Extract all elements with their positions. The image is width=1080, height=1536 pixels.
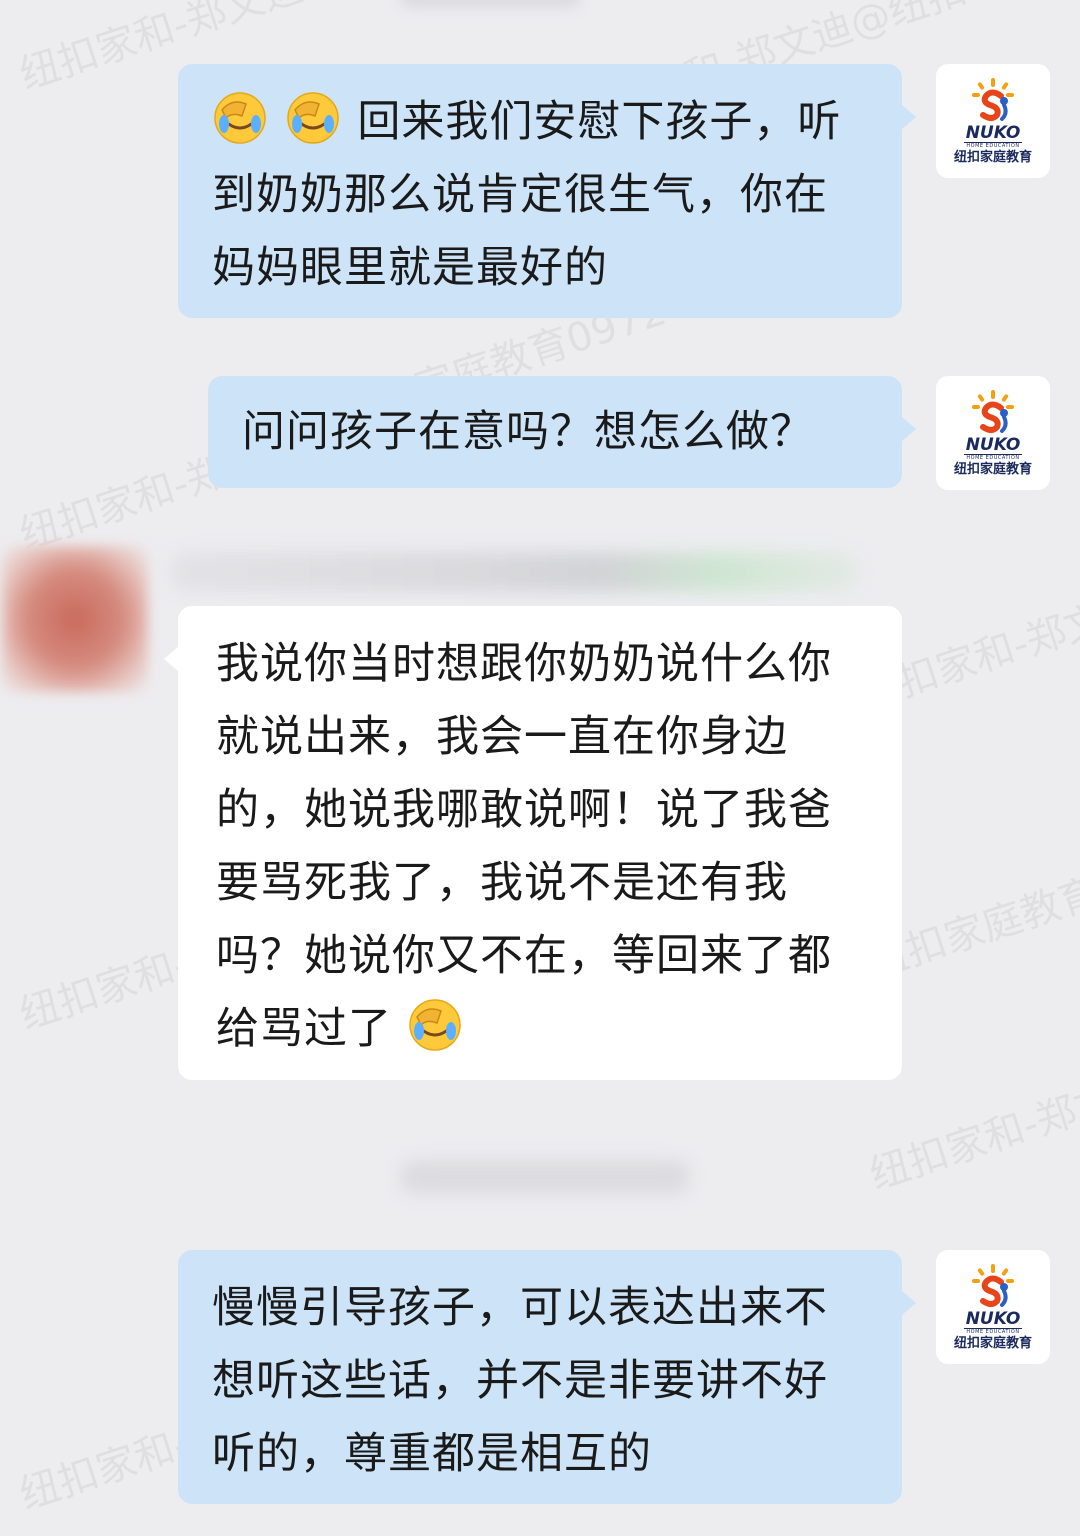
logo-subtitle: HOME EDUCATION xyxy=(966,1328,1020,1335)
facepalm-crying-emoji xyxy=(392,999,465,1054)
user-avatar-logo[interactable]: NUKO HOME EDUCATION 纽扣家庭教育 xyxy=(936,1250,1050,1364)
message-text: 慢慢引导孩子，可以表达出来不想听这些话，并不是非要讲不好听的，尊重都是相互的 xyxy=(212,1283,828,1479)
logo-chinese-name: 纽扣家庭教育 xyxy=(953,461,1032,477)
message-bubble-incoming[interactable]: 我说你当时想跟你奶奶说什么你就说出来，我会一直在你身边的，她说我哪敢说啊！说了我… xyxy=(164,606,902,1080)
logo-chinese-name: 纽扣家庭教育 xyxy=(953,1335,1032,1351)
facepalm-crying-emoji xyxy=(285,92,358,147)
timestamp-blurred xyxy=(400,1160,690,1194)
logo-chinese-name: 纽扣家庭教育 xyxy=(953,149,1032,165)
facepalm-crying-emoji xyxy=(212,92,285,147)
message-text: 我说你当时想跟你奶奶说什么你就说出来，我会一直在你身边的，她说我哪敢说啊！说了我… xyxy=(216,639,832,1054)
logo-brand: NUKO xyxy=(963,1308,1023,1329)
message-bubble-outgoing[interactable]: 回来我们安慰下孩子，听到奶奶那么说肯定很生气，你在妈妈眼里就是最好的 xyxy=(178,64,916,318)
sender-avatar-blurred[interactable] xyxy=(2,546,148,692)
logo-brand: NUKO xyxy=(963,122,1023,143)
message-text: 问问孩子在意吗？想怎么做？ xyxy=(242,407,814,457)
sender-name-blurred xyxy=(170,552,860,592)
sun-logo-icon xyxy=(972,77,1014,121)
message-bubble-outgoing[interactable]: 慢慢引导孩子，可以表达出来不想听这些话，并不是非要讲不好听的，尊重都是相互的 xyxy=(178,1250,916,1504)
user-avatar-logo[interactable]: NUKO HOME EDUCATION 纽扣家庭教育 xyxy=(936,64,1050,178)
logo-subtitle: HOME EDUCATION xyxy=(966,454,1020,461)
message-bubble-outgoing[interactable]: 问问孩子在意吗？想怎么做？ xyxy=(208,376,916,488)
user-avatar-logo[interactable]: NUKO HOME EDUCATION 纽扣家庭教育 xyxy=(936,376,1050,490)
logo-subtitle: HOME EDUCATION xyxy=(966,142,1020,149)
sun-logo-icon xyxy=(972,1263,1014,1307)
redacted-text xyxy=(400,0,580,8)
logo-brand: NUKO xyxy=(963,434,1023,455)
sun-logo-icon xyxy=(972,389,1014,433)
